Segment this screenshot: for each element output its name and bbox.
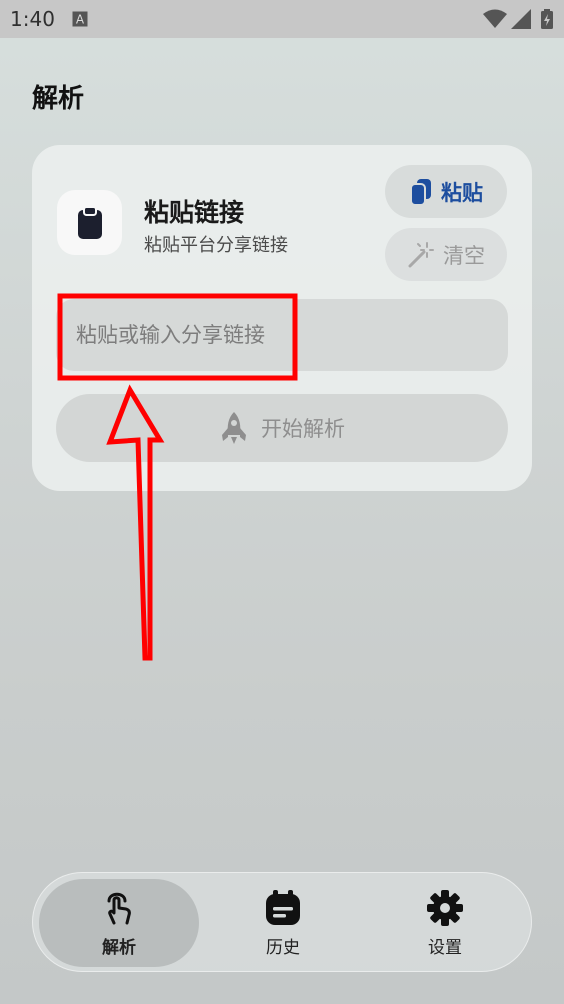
paste-button[interactable]: 粘贴: [385, 165, 507, 218]
start-parse-button[interactable]: 开始解析: [56, 394, 508, 462]
magic-wand-icon: [408, 241, 434, 267]
paste-link-card: 粘贴链接 粘贴平台分享链接 粘贴 清空 开始解析: [32, 145, 532, 491]
clipboard-icon: [77, 205, 102, 239]
signal-icon: [511, 9, 531, 29]
svg-text:A: A: [76, 13, 85, 27]
paste-button-label: 粘贴: [441, 180, 483, 205]
card-title: 粘贴链接: [144, 198, 245, 227]
link-input[interactable]: [56, 299, 508, 371]
tap-hand-icon: [107, 892, 131, 924]
status-time: 1:40: [10, 7, 55, 31]
battery-charging-icon: [541, 9, 553, 29]
nav-item-settings[interactable]: 设置: [365, 879, 525, 967]
nav-parse-label: 解析: [102, 937, 136, 958]
status-bar: 1:40 A: [0, 0, 564, 38]
clipboard-tile: [57, 190, 122, 255]
card-subtitle: 粘贴平台分享链接: [144, 235, 288, 256]
a-notification-icon: A: [72, 11, 88, 27]
bottom-nav: 解析 历史 设置: [32, 872, 532, 972]
gear-icon: [427, 889, 463, 926]
wifi-icon: [483, 9, 507, 28]
clear-button[interactable]: 清空: [385, 228, 507, 281]
clear-button-label: 清空: [443, 243, 485, 268]
history-icon: [266, 889, 300, 925]
paste-icon: [410, 178, 431, 206]
nav-history-label: 历史: [266, 937, 300, 958]
nav-item-history[interactable]: 历史: [203, 879, 363, 967]
rocket-icon: [222, 412, 246, 444]
start-parse-button-label: 开始解析: [261, 417, 345, 441]
page-title: 解析: [32, 84, 85, 114]
status-icons: [482, 8, 554, 30]
nav-settings-label: 设置: [428, 937, 462, 958]
nav-item-parse[interactable]: 解析: [39, 879, 199, 967]
